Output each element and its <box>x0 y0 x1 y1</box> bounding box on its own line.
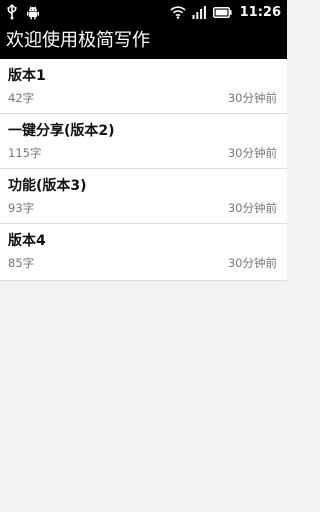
note-title: 版本4 <box>8 233 46 249</box>
note-item[interactable]: 版本4 85字 30分钟前 <box>0 224 287 281</box>
note-word-count: 93字 <box>8 201 35 215</box>
note-title: 功能(版本3) <box>8 178 87 194</box>
note-title: 版本1 <box>8 68 46 84</box>
note-item[interactable]: 一键分享(版本2) 115字 30分钟前 <box>0 114 287 169</box>
status-right-group: 11:26 <box>170 3 281 21</box>
status-time: 11:26 <box>239 4 281 20</box>
status-left-group <box>6 3 40 21</box>
note-title: 一键分享(版本2) <box>8 123 115 139</box>
usb-icon <box>6 4 18 20</box>
status-bar: 11:26 <box>0 0 287 24</box>
wifi-icon <box>170 5 186 19</box>
page-title: 欢迎使用极简写作 <box>6 30 150 51</box>
note-timestamp: 30分钟前 <box>227 256 277 270</box>
note-list: 版本1 42字 30分钟前 一键分享(版本2) 115字 30分钟前 功能(版本… <box>0 59 287 281</box>
note-word-count: 42字 <box>8 91 35 105</box>
note-item[interactable]: 功能(版本3) 93字 30分钟前 <box>0 169 287 224</box>
note-word-count: 85字 <box>8 256 35 270</box>
note-item[interactable]: 版本1 42字 30分钟前 <box>0 59 287 114</box>
android-icon <box>26 5 40 20</box>
note-timestamp: 30分钟前 <box>227 146 277 160</box>
battery-icon <box>212 6 232 18</box>
signal-icon <box>192 5 207 19</box>
note-timestamp: 30分钟前 <box>227 201 277 215</box>
note-timestamp: 30分钟前 <box>227 91 277 105</box>
note-word-count: 115字 <box>8 146 42 160</box>
title-bar: 欢迎使用极简写作 <box>0 24 287 59</box>
